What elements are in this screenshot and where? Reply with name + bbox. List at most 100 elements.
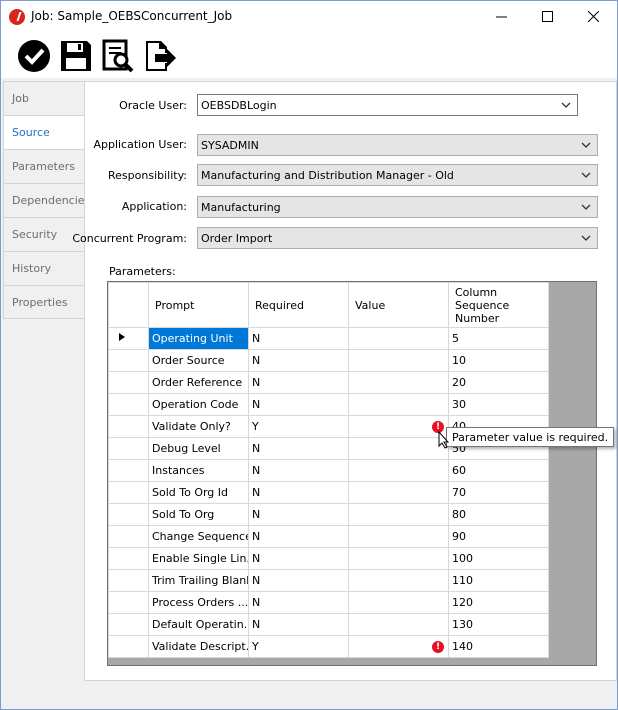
prompt-cell[interactable]: Operation Code <box>148 393 249 416</box>
row-header[interactable] <box>108 371 149 394</box>
table-row[interactable]: Change Sequence N 90 <box>108 525 549 548</box>
table-row[interactable]: Operating Unit N 5 <box>108 327 549 350</box>
table-row[interactable]: Trim Trailing Blanks N 110 <box>108 569 549 592</box>
table-row[interactable]: Sold To Org Id N 70 <box>108 481 549 504</box>
app-user-select[interactable]: SYSADMIN <box>197 134 598 156</box>
required-cell[interactable]: N <box>248 613 349 636</box>
table-row[interactable]: Enable Single Lin... N 100 <box>108 547 549 570</box>
row-header[interactable] <box>108 415 149 438</box>
row-header[interactable] <box>108 525 149 548</box>
value-cell[interactable] <box>348 393 449 416</box>
value-cell[interactable] <box>348 613 449 636</box>
tab-properties[interactable]: Properties <box>3 285 85 319</box>
sequence-cell[interactable]: 140 <box>448 635 549 658</box>
sequence-cell[interactable]: 70 <box>448 481 549 504</box>
prompt-cell[interactable]: Operating Unit <box>148 327 249 350</box>
prompt-cell[interactable]: Validate Descript... <box>148 635 249 658</box>
value-cell[interactable]: ! <box>348 635 449 658</box>
column-header-required[interactable]: Required <box>248 282 349 328</box>
search-button[interactable] <box>101 39 135 73</box>
table-row[interactable]: Instances N 60 <box>108 459 549 482</box>
prompt-cell[interactable]: Sold To Org Id <box>148 481 249 504</box>
export-button[interactable] <box>143 39 177 73</box>
required-cell[interactable]: N <box>248 393 349 416</box>
row-header[interactable] <box>108 481 149 504</box>
required-cell[interactable]: N <box>248 371 349 394</box>
table-row[interactable]: Order Reference N 20 <box>108 371 549 394</box>
sequence-cell[interactable]: 130 <box>448 613 549 636</box>
required-cell[interactable]: Y <box>248 415 349 438</box>
application-select[interactable]: Manufacturing <box>197 196 598 218</box>
value-cell[interactable] <box>348 459 449 482</box>
prompt-cell[interactable]: Process Orders ... <box>148 591 249 614</box>
row-header[interactable] <box>108 459 149 482</box>
value-cell[interactable] <box>348 437 449 460</box>
required-cell[interactable]: Y <box>248 635 349 658</box>
value-cell[interactable] <box>348 481 449 504</box>
value-cell[interactable] <box>348 525 449 548</box>
sequence-cell[interactable]: 90 <box>448 525 549 548</box>
value-cell[interactable] <box>348 371 449 394</box>
sequence-cell[interactable]: 10 <box>448 349 549 372</box>
prompt-cell[interactable]: Debug Level <box>148 437 249 460</box>
oracle-user-select[interactable]: OEBSDBLogin <box>197 94 578 116</box>
table-row[interactable]: Validate Descript... Y ! 140 <box>108 635 549 658</box>
value-cell[interactable] <box>348 547 449 570</box>
required-cell[interactable]: N <box>248 547 349 570</box>
value-cell[interactable]: ! <box>348 415 449 438</box>
responsibility-select[interactable]: Manufacturing and Distribution Manager -… <box>197 164 598 186</box>
column-header-sequence[interactable]: Column Sequence Number <box>448 282 549 328</box>
prompt-cell[interactable]: Validate Only? <box>148 415 249 438</box>
sequence-cell[interactable]: 30 <box>448 393 549 416</box>
close-button[interactable] <box>570 1 616 32</box>
required-cell[interactable]: N <box>248 503 349 526</box>
table-row[interactable]: Default Operatin... N 130 <box>108 613 549 636</box>
sequence-cell[interactable]: 120 <box>448 591 549 614</box>
row-header[interactable] <box>108 613 149 636</box>
prompt-cell[interactable]: Enable Single Lin... <box>148 547 249 570</box>
sequence-cell[interactable]: 20 <box>448 371 549 394</box>
error-icon[interactable]: ! <box>432 641 444 653</box>
row-header[interactable] <box>108 327 149 350</box>
required-cell[interactable]: N <box>248 591 349 614</box>
table-row[interactable]: Process Orders ... N 120 <box>108 591 549 614</box>
prompt-cell[interactable]: Trim Trailing Blanks <box>148 569 249 592</box>
table-row[interactable]: Sold To Org N 80 <box>108 503 549 526</box>
prompt-cell[interactable]: Order Reference <box>148 371 249 394</box>
sequence-cell[interactable]: 110 <box>448 569 549 592</box>
column-header-value[interactable]: Value <box>348 282 449 328</box>
prompt-cell[interactable]: Change Sequence <box>148 525 249 548</box>
row-header[interactable] <box>108 393 149 416</box>
prompt-cell[interactable]: Order Source <box>148 349 249 372</box>
prompt-cell[interactable]: Default Operatin... <box>148 613 249 636</box>
row-header[interactable] <box>108 569 149 592</box>
sequence-cell[interactable]: 80 <box>448 503 549 526</box>
value-cell[interactable] <box>348 327 449 350</box>
submit-button[interactable] <box>17 39 51 73</box>
value-cell[interactable] <box>348 591 449 614</box>
required-cell[interactable]: N <box>248 459 349 482</box>
required-cell[interactable]: N <box>248 327 349 350</box>
required-cell[interactable]: N <box>248 481 349 504</box>
required-cell[interactable]: N <box>248 437 349 460</box>
required-cell[interactable]: N <box>248 349 349 372</box>
column-header-prompt[interactable]: Prompt <box>148 282 249 328</box>
row-header[interactable] <box>108 635 149 658</box>
sequence-cell[interactable]: 60 <box>448 459 549 482</box>
row-header[interactable] <box>108 503 149 526</box>
concurrent-program-select[interactable]: Order Import <box>197 227 598 249</box>
table-row[interactable]: Order Source N 10 <box>108 349 549 372</box>
row-header[interactable] <box>108 349 149 372</box>
value-cell[interactable] <box>348 503 449 526</box>
table-row[interactable]: Operation Code N 30 <box>108 393 549 416</box>
prompt-cell[interactable]: Sold To Org <box>148 503 249 526</box>
required-cell[interactable]: N <box>248 569 349 592</box>
value-cell[interactable] <box>348 349 449 372</box>
prompt-cell[interactable]: Instances <box>148 459 249 482</box>
row-header[interactable] <box>108 437 149 460</box>
sequence-cell[interactable]: 100 <box>448 547 549 570</box>
required-cell[interactable]: N <box>248 525 349 548</box>
maximize-button[interactable] <box>524 1 570 32</box>
row-header[interactable] <box>108 591 149 614</box>
row-header[interactable] <box>108 547 149 570</box>
